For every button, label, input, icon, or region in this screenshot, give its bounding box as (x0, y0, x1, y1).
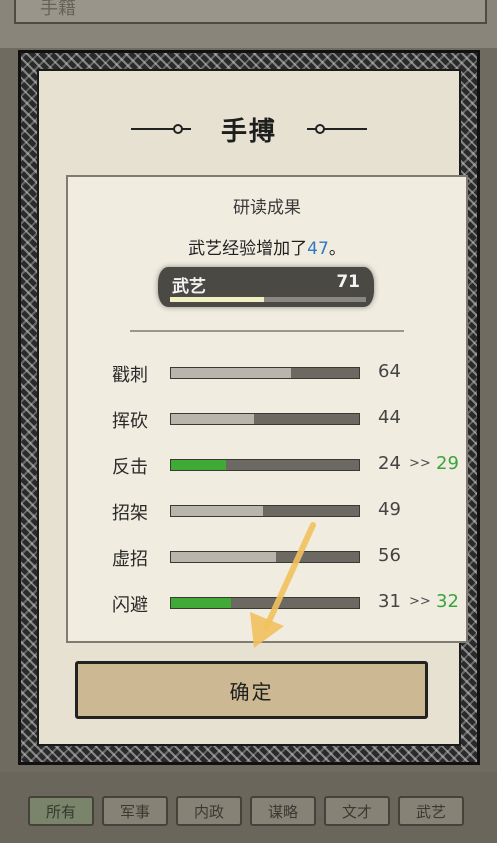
stat-label: 闪避 (112, 595, 148, 616)
stat-bar (170, 505, 360, 517)
stat-label: 挥砍 (112, 411, 148, 432)
main-skill-name: 武艺 (172, 277, 206, 297)
experience-message-prefix: 武艺经验增加了 (188, 239, 308, 259)
stat-row-parry: 招架 49 (112, 497, 462, 527)
stat-value: 31 (378, 591, 401, 612)
stat-value: 56 (378, 545, 401, 566)
stat-label: 戳刺 (112, 365, 148, 386)
tab-literature[interactable]: 文才 (324, 796, 390, 826)
stat-bar-fill (171, 368, 292, 378)
stat-new-value: 32 (436, 591, 459, 612)
stat-bar-fill (171, 598, 232, 608)
tab-military[interactable]: 军事 (102, 796, 168, 826)
dialog-body: 手搏 研读成果 武艺经验增加了47。 武艺 71 戳刺 64 挥砍 44 反击 … (37, 69, 468, 746)
main-skill-progress-fill (170, 297, 265, 302)
stat-row-counter: 反击 24 >> 29 (112, 451, 462, 481)
result-panel: 研读成果 武艺经验增加了47。 武艺 71 戳刺 64 挥砍 44 反击 24 … (66, 175, 468, 643)
stat-row-dodge: 闪避 31 >> 32 (112, 589, 462, 619)
study-result-dialog: 手搏 研读成果 武艺经验增加了47。 武艺 71 戳刺 64 挥砍 44 反击 … (18, 50, 480, 765)
stat-value: 24 (378, 453, 401, 474)
category-tabs: 所有 军事 内政 谋略 文才 武艺 (28, 796, 472, 826)
main-skill-card: 武艺 71 (158, 267, 374, 307)
background-header: 手籍 (0, 0, 497, 48)
stat-bar (170, 459, 360, 471)
stat-row-thrust: 戳刺 64 (112, 359, 462, 389)
stat-bar-fill (171, 414, 254, 424)
stat-bar-fill (171, 460, 226, 470)
tab-martial-arts[interactable]: 武艺 (398, 796, 464, 826)
experience-message: 武艺经验增加了47。 (68, 234, 466, 259)
stat-value: 49 (378, 499, 401, 520)
experience-gain-value: 47 (307, 239, 329, 259)
stat-value: 64 (378, 361, 401, 382)
main-skill-value: 71 (336, 272, 360, 292)
confirm-button[interactable]: 确定 (75, 661, 428, 719)
experience-message-suffix: 。 (328, 239, 346, 259)
background-title: 手籍 (40, 0, 76, 19)
stat-bar (170, 367, 360, 379)
stat-bar-fill (171, 506, 264, 516)
stat-row-slash: 挥砍 44 (112, 405, 462, 435)
stat-bar-fill (171, 552, 277, 562)
dialog-title: 手搏 (220, 116, 277, 147)
stat-row-feint: 虚招 56 (112, 543, 462, 573)
title-ornament-right (307, 124, 367, 134)
tab-all[interactable]: 所有 (28, 796, 94, 826)
increase-arrow-icon: >> (409, 594, 431, 609)
stat-bar (170, 413, 360, 425)
stat-label: 反击 (112, 457, 148, 478)
stat-value: 44 (378, 407, 401, 428)
stat-bar (170, 597, 360, 609)
tab-internal-affairs[interactable]: 内政 (176, 796, 242, 826)
result-heading: 研读成果 (233, 198, 301, 218)
stat-new-value: 29 (436, 453, 459, 474)
divider (130, 330, 404, 332)
stat-label: 招架 (112, 503, 148, 524)
main-skill-progress-bar (170, 297, 366, 302)
stat-bar (170, 551, 360, 563)
stat-label: 虚招 (112, 549, 148, 570)
increase-arrow-icon: >> (409, 456, 431, 471)
background-title-bar (14, 0, 487, 24)
tab-strategy[interactable]: 谋略 (250, 796, 316, 826)
title-ornament-left (130, 124, 191, 134)
dialog-title-row: 手搏 (39, 109, 459, 149)
